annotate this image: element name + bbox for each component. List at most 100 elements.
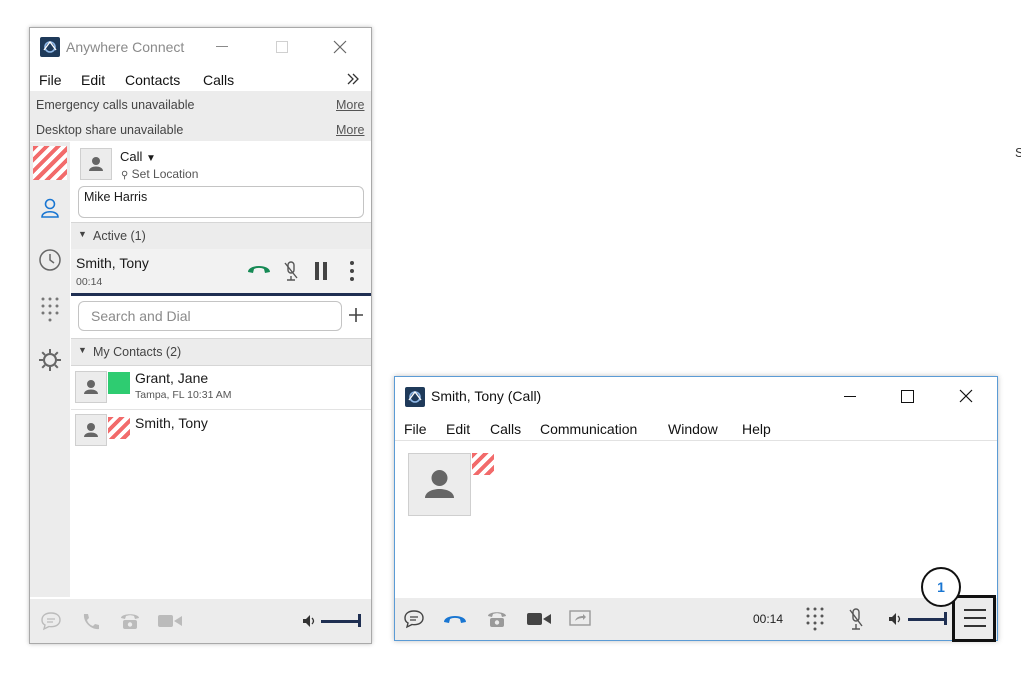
dialpad-icon[interactable] [40, 296, 60, 322]
contacts-section-header[interactable]: ▼ My Contacts (2) [71, 338, 371, 366]
notice-emergency-more-link[interactable]: More [336, 98, 364, 112]
window-title: Anywhere Connect [66, 39, 185, 55]
contact-row[interactable]: Smith, Tony [71, 410, 371, 450]
menu-calls[interactable]: Calls [203, 72, 234, 88]
clock-icon[interactable] [38, 248, 62, 272]
menu-file[interactable]: File [39, 72, 62, 88]
menu-help[interactable]: Help [742, 421, 771, 437]
set-location-link[interactable]: ⚲ Set Location [121, 167, 198, 181]
call-menu-button[interactable] [952, 595, 996, 642]
mic-muted-icon[interactable] [849, 608, 863, 630]
active-call-name: Smith, Tony [76, 255, 149, 271]
call-menu-bar: File Edit Calls Communication Window Hel… [395, 419, 997, 441]
pause-icon[interactable] [315, 262, 327, 280]
search-and-dial-input[interactable]: Search and Dial [78, 301, 342, 331]
callout-badge: 1 [921, 567, 961, 607]
speaker-icon[interactable] [302, 614, 318, 628]
close-button[interactable] [959, 389, 973, 403]
presence-status-avatar[interactable] [33, 146, 67, 180]
volume-slider-handle[interactable] [944, 612, 947, 625]
call-window-title: Smith, Tony (Call) [431, 388, 542, 404]
presence-busy-indicator [108, 417, 130, 439]
presence-available-indicator [108, 372, 130, 394]
mic-muted-icon[interactable] [284, 261, 298, 281]
menu-window[interactable]: Window [668, 421, 718, 437]
notice-emergency: Emergency calls unavailable [36, 98, 195, 112]
contact-detail: Tampa, FL 10:31 AM [135, 389, 232, 401]
dialpad-icon[interactable] [806, 607, 824, 631]
contacts-section-label: My Contacts (2) [93, 345, 182, 359]
minimize-button[interactable] [216, 46, 228, 47]
contact-name: Grant, Jane [135, 370, 209, 386]
menu-contacts[interactable]: Contacts [125, 72, 180, 88]
avatar [75, 414, 107, 446]
hangup-phone-icon[interactable] [442, 612, 468, 626]
app-logo-icon [40, 37, 60, 57]
kebab-icon[interactable] [350, 261, 354, 281]
remote-party-avatar [408, 453, 471, 516]
contact-name: Smith, Tony [135, 415, 208, 431]
menu-edit[interactable]: Edit [446, 421, 470, 437]
menu-edit[interactable]: Edit [81, 72, 105, 88]
menu-calls[interactable]: Calls [490, 421, 521, 437]
edge-text: S [1015, 145, 1021, 160]
anywhere-connect-window: Anywhere Connect File Edit Contacts Call… [29, 27, 372, 644]
collapse-caret-icon: ▼ [78, 229, 87, 239]
presence-busy-indicator [472, 453, 494, 475]
video-icon[interactable] [158, 614, 182, 628]
menu-communication[interactable]: Communication [540, 421, 637, 437]
contact-row[interactable]: Grant, Jane Tampa, FL 10:31 AM [71, 365, 371, 410]
person-icon[interactable] [40, 197, 60, 219]
call-timer: 00:14 [753, 612, 784, 626]
notice-desktop-share-more-link[interactable]: More [336, 123, 364, 137]
deskphone-icon[interactable] [119, 611, 141, 631]
title-bar: Anywhere Connect [30, 28, 371, 66]
set-location-label: Set Location [131, 167, 199, 181]
dropdown-caret-icon: ▼ [146, 153, 156, 164]
location-pin-icon: ⚲ [121, 170, 129, 181]
divider [395, 440, 997, 441]
active-section-label: Active (1) [93, 229, 146, 243]
maximize-button[interactable] [901, 390, 914, 403]
chat-icon[interactable] [40, 611, 62, 631]
gear-icon[interactable] [38, 348, 62, 372]
search-placeholder: Search and Dial [91, 308, 191, 324]
video-icon[interactable] [527, 612, 551, 626]
share-screen-icon[interactable] [569, 609, 591, 629]
collapse-caret-icon: ▼ [78, 345, 87, 355]
call-window: Smith, Tony (Call) File Edit Calls Commu… [394, 376, 998, 641]
call-target-input[interactable]: Mike Harris [78, 186, 364, 218]
minimize-button[interactable] [844, 396, 856, 397]
notice-area: Emergency calls unavailable More Desktop… [30, 91, 371, 141]
call-mode-label: Call [120, 149, 143, 164]
close-button[interactable] [333, 40, 347, 54]
active-call-timer: 00:14 [76, 276, 103, 288]
notice-desktop-share: Desktop share unavailable [36, 123, 184, 137]
deskphone-icon[interactable] [486, 609, 508, 629]
main-footer-toolbar [30, 599, 371, 643]
avatar [75, 371, 107, 403]
call-panel: Call ▼ ⚲ Set Location Mike Harris [71, 142, 371, 220]
menu-file[interactable]: File [404, 421, 427, 437]
volume-slider-track[interactable] [321, 620, 359, 623]
navigation-rail [30, 142, 70, 597]
hamburger-icon [963, 608, 987, 628]
speaker-icon[interactable] [888, 612, 904, 626]
maximize-button[interactable] [276, 41, 288, 53]
app-logo-icon [405, 387, 425, 407]
active-call-row[interactable]: Smith, Tony 00:14 [71, 249, 371, 296]
call-title-bar: Smith, Tony (Call) [395, 377, 997, 415]
volume-slider-track[interactable] [908, 618, 946, 621]
chat-icon[interactable] [403, 609, 425, 629]
call-target-value: Mike Harris [84, 190, 148, 204]
phone-icon[interactable] [81, 612, 101, 632]
hangup-phone-icon[interactable] [246, 262, 272, 276]
menu-bar: File Edit Contacts Calls [30, 69, 371, 91]
add-icon[interactable] [348, 307, 364, 323]
call-mode-dropdown[interactable]: Call ▼ [120, 149, 156, 164]
active-section-header[interactable]: ▼ Active (1) [71, 222, 371, 250]
call-footer-toolbar: 00:14 [395, 598, 997, 640]
avatar [80, 148, 112, 180]
overflow-chevron-icon[interactable] [346, 72, 360, 86]
volume-slider-handle[interactable] [358, 614, 361, 627]
